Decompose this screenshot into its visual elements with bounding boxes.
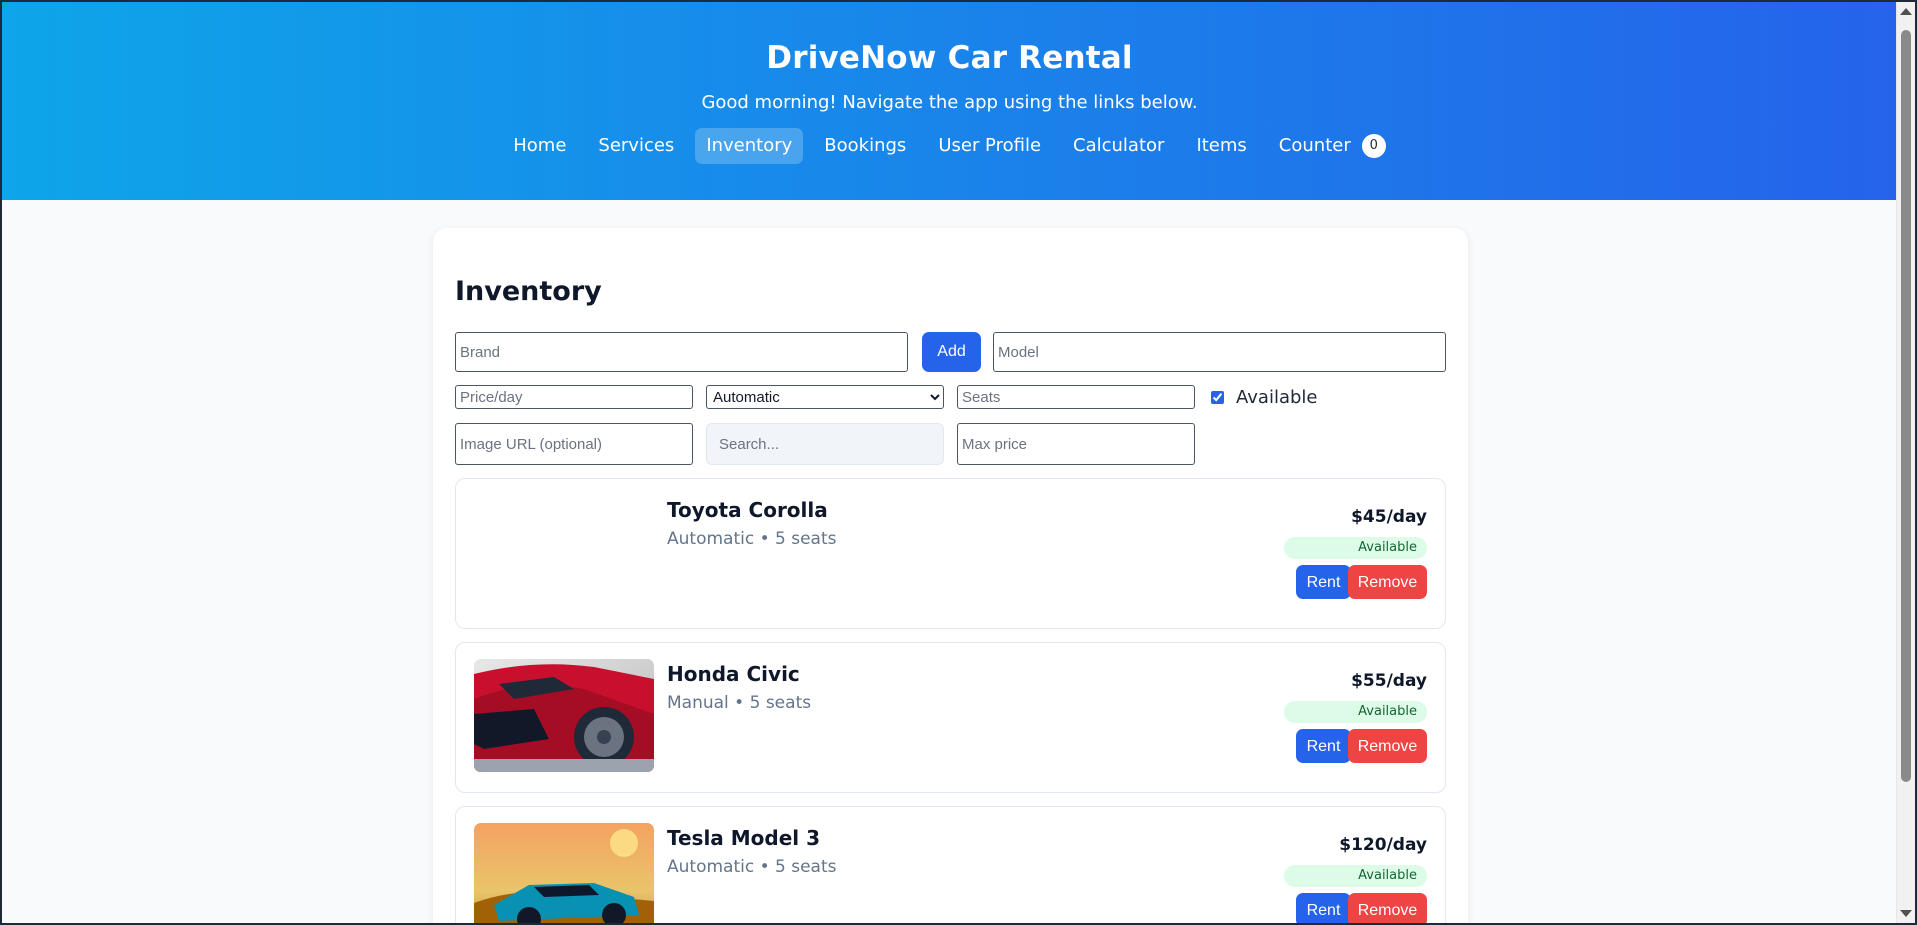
app-subtitle: Good morning! Navigate the app using the… [701,92,1198,113]
model-input[interactable] [993,332,1446,372]
rent-button[interactable]: Rent [1296,893,1351,923]
nav-calculator[interactable]: Calculator [1062,128,1175,164]
car-meta: Automatic • 5 seats [667,857,837,877]
browser-viewport: DriveNow Car Rental Good morning! Naviga… [0,0,1917,925]
nav-home[interactable]: Home [502,128,577,164]
seats-input[interactable] [957,385,1195,409]
car-name: Honda Civic [667,662,800,686]
car-name: Tesla Model 3 [667,826,821,850]
rent-button[interactable]: Rent [1296,729,1351,763]
remove-button[interactable]: Remove [1348,565,1427,599]
status-badge: Available [1284,865,1427,887]
car-card: Honda Civic Manual • 5 seats $55/day Ava… [455,642,1446,793]
scroll-thumb[interactable] [1901,30,1911,782]
car-name: Toyota Corolla [667,498,828,522]
counter-badge: 0 [1361,134,1386,158]
page-title: Inventory [455,276,602,307]
nav-counter[interactable]: Counter 0 [1268,128,1397,164]
car-price: $55/day [1351,671,1427,691]
nav-user-profile[interactable]: User Profile [927,128,1052,164]
vertical-scrollbar[interactable] [1896,2,1915,923]
car-card: Tesla Model 3 Automatic • 5 seats $120/d… [455,806,1446,923]
nav-inventory[interactable]: Inventory [695,128,804,164]
max-price-input[interactable] [957,423,1195,465]
remove-button[interactable]: Remove [1348,729,1427,763]
available-toggle[interactable]: Available [1211,387,1317,408]
blue-car-photo [474,823,654,923]
car-meta: Manual • 5 seats [667,693,812,713]
available-checkbox[interactable] [1211,391,1224,404]
car-list: Toyota Corolla Automatic • 5 seats $45/d… [455,478,1446,923]
add-button[interactable]: Add [922,332,981,372]
transmission-select[interactable]: Automatic [706,385,944,409]
status-badge: Available [1284,537,1427,559]
status-badge: Available [1284,701,1427,723]
app-header: DriveNow Car Rental Good morning! Naviga… [2,2,1897,200]
remove-button[interactable]: Remove [1348,893,1427,923]
main-nav: Home Services Inventory Bookings User Pr… [2,128,1897,164]
nav-services[interactable]: Services [587,128,685,164]
search-input[interactable] [706,423,944,465]
app-title: DriveNow Car Rental [766,40,1133,76]
car-card: Toyota Corolla Automatic • 5 seats $45/d… [455,478,1446,629]
nav-counter-label: Counter [1278,135,1351,156]
inventory-panel: Inventory Add Automatic Available Toyota… [433,228,1468,923]
car-price: $45/day [1351,507,1427,527]
available-label: Available [1236,387,1318,408]
car-meta: Automatic • 5 seats [667,529,837,549]
red-car-photo [474,659,654,772]
nav-bookings[interactable]: Bookings [813,128,917,164]
car-photo-blue [474,823,654,923]
image-url-input[interactable] [455,423,693,465]
price-per-day-input[interactable] [455,385,693,409]
car-image-placeholder [474,495,654,608]
car-price: $120/day [1339,835,1427,855]
scroll-up-arrow-icon[interactable] [1900,8,1912,15]
car-photo-red [474,659,654,772]
nav-items[interactable]: Items [1185,128,1257,164]
scroll-down-arrow-icon[interactable] [1900,910,1912,917]
rent-button[interactable]: Rent [1296,565,1351,599]
brand-input[interactable] [455,332,908,372]
